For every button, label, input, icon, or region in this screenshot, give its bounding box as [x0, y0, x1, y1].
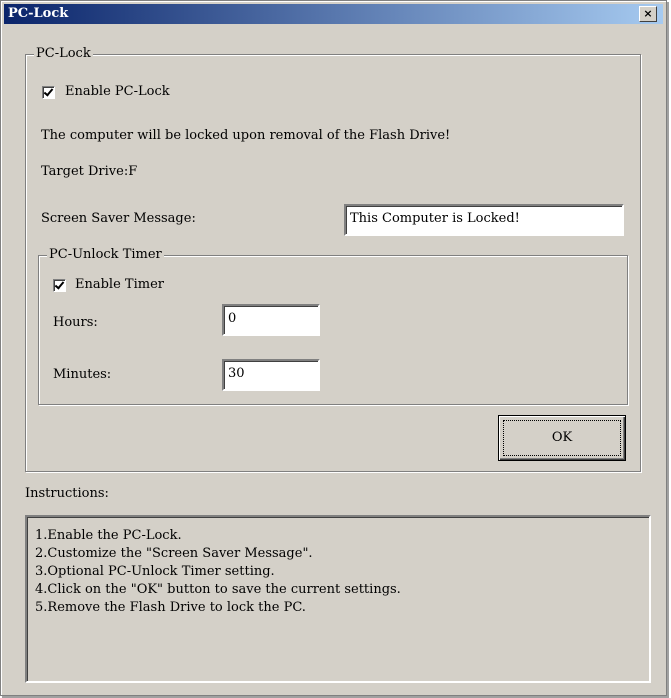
enable-pc-lock-checkbox[interactable]	[42, 86, 55, 99]
lock-info-text: The computer will be locked upon removal…	[41, 128, 451, 143]
pc-lock-group-legend: PC-Lock	[34, 46, 93, 61]
enable-pc-lock-label[interactable]: Enable PC-Lock	[65, 84, 170, 99]
close-icon: ×	[643, 7, 653, 20]
pc-unlock-timer-group-legend: PC-Unlock Timer	[47, 247, 164, 262]
hours-label: Hours:	[53, 315, 98, 330]
instruction-line: 4.Click on the "OK" button to save the c…	[35, 582, 401, 597]
enable-timer-label[interactable]: Enable Timer	[75, 277, 164, 292]
screen-saver-message-input[interactable]: This Computer is Locked!	[344, 204, 624, 236]
screen-saver-message-label: Screen Saver Message:	[41, 211, 196, 226]
ok-button[interactable]: OK	[498, 415, 626, 461]
instructions-label: Instructions:	[25, 486, 109, 501]
hours-input[interactable]: 0	[222, 304, 320, 336]
pc-lock-window: PC-Lock × PC-Lock Enable PC-Lock The com…	[0, 0, 667, 696]
enable-timer-checkbox[interactable]	[53, 279, 66, 292]
ok-button-focus-rect	[503, 420, 621, 456]
target-drive-text: Target Drive:F	[41, 164, 138, 179]
window-title: PC-Lock	[8, 6, 69, 21]
minutes-label: Minutes:	[53, 367, 112, 382]
instruction-line: 2.Customize the "Screen Saver Message".	[35, 546, 313, 561]
title-bar[interactable]: PC-Lock ×	[4, 4, 663, 24]
instruction-line: 3.Optional PC-Unlock Timer setting.	[35, 564, 275, 579]
instruction-line: 5.Remove the Flash Drive to lock the PC.	[35, 600, 306, 615]
minutes-input[interactable]: 30	[222, 359, 320, 391]
close-button[interactable]: ×	[639, 6, 657, 22]
instructions-box: 1.Enable the PC-Lock. 2.Customize the "S…	[25, 515, 651, 683]
instruction-line: 1.Enable the PC-Lock.	[35, 528, 182, 543]
